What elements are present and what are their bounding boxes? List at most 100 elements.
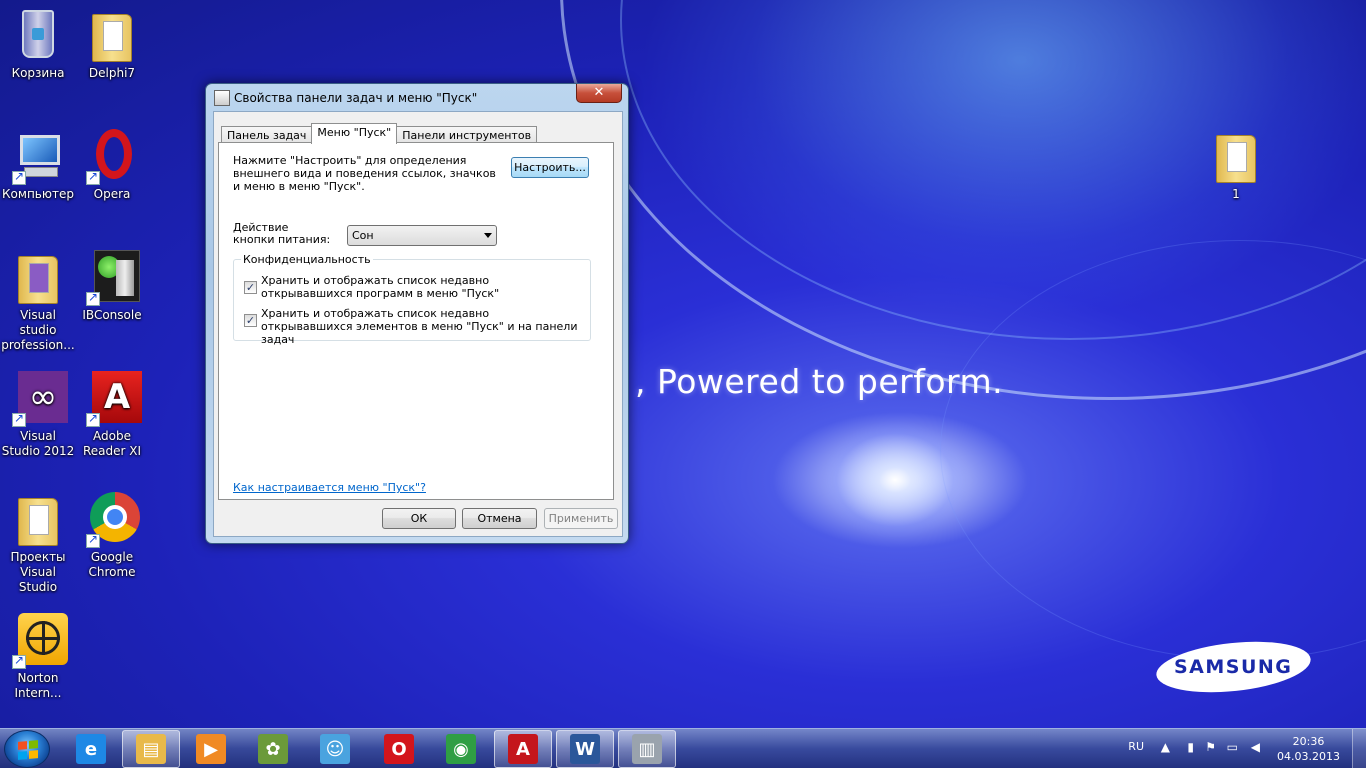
desktop-icon-label: Visual studio profession... [1, 308, 75, 352]
taskbar-button[interactable]: ▥ [618, 730, 676, 768]
folder-icon [10, 490, 66, 548]
taskbar-button[interactable]: ▶ [182, 730, 240, 768]
start-menu-panel: Нажмите "Настроить" для определения внеш… [218, 142, 614, 500]
desktop-icon-label: Корзина [11, 66, 65, 80]
explorer-icon: ▤ [136, 734, 166, 764]
customize-button[interactable]: Настроить... [511, 157, 589, 178]
ibconsole-icon [84, 248, 140, 306]
desktop-icon-label: Google Chrome [88, 550, 136, 579]
cancel-button[interactable]: Отмена [462, 508, 537, 529]
dialog-title: Свойства панели задач и меню "Пуск" [234, 90, 478, 105]
visual-studio-icon: ∞ [10, 369, 68, 427]
windows-logo-icon [18, 740, 38, 760]
folder-icon [1208, 127, 1264, 185]
system-tray: RU ▲ ▮ ⚑ ▭ ◀ 20:36 04.03.2013 [1106, 729, 1366, 768]
taskbar-button[interactable]: A [494, 730, 552, 768]
taskbar-properties-icon: ▥ [632, 734, 662, 764]
show-hidden-icons-icon[interactable]: ▲ [1161, 740, 1170, 754]
power-action-value: Сон [352, 229, 374, 242]
recent-items-option[interactable]: ✓ Хранить и отображать список недавно от… [244, 307, 584, 346]
wallpaper-slogan: , Powered to perform. [635, 362, 1004, 401]
word-icon: W [570, 734, 600, 764]
desktop-icon-opera[interactable]: Opera [74, 127, 150, 202]
media-player-icon: ▶ [196, 734, 226, 764]
desktop-icon-visual-studio-2012[interactable]: ∞ Visual Studio 2012 [0, 369, 76, 459]
desktop-icon-visual-studio-folder[interactable]: Visual studio profession... [0, 248, 76, 353]
desktop-icon-label: 1 [1232, 187, 1240, 201]
wallpaper-light [820, 420, 970, 540]
computer-icon [10, 127, 66, 185]
dialog-client-area: Панель задач Меню "Пуск" Панели инструме… [213, 111, 623, 537]
taskbar-button[interactable]: ◉ [432, 730, 490, 768]
taskbar-button[interactable]: ▤ [122, 730, 180, 768]
internet-explorer-icon: e [76, 734, 106, 764]
privacy-group: Конфиденциальность ✓ Хранить и отображат… [233, 253, 591, 346]
desktop-icon-ibconsole[interactable]: IBConsole [74, 248, 150, 323]
chrome-icon [84, 490, 140, 548]
show-desktop-button[interactable] [1352, 729, 1366, 768]
desktop-icon-recycle-bin[interactable]: Корзина [0, 6, 76, 81]
power-action-select[interactable]: Сон [347, 225, 497, 246]
app-icon: ✿ [258, 734, 288, 764]
chrome-icon: ◉ [446, 734, 476, 764]
recent-items-label: Хранить и отображать список недавно откр… [261, 307, 578, 346]
taskbar-button[interactable]: e [62, 730, 120, 768]
desktop-icon-chrome[interactable]: Google Chrome [74, 490, 150, 580]
recent-items-checkbox[interactable]: ✓ [244, 314, 257, 327]
folder-icon [10, 248, 66, 306]
taskbar: e ▤ ▶ ✿ ☺ O ◉ A W ▥ RU ▲ ▮ ⚑ ▭ ◀ 20:36 04.03.2013 [0, 728, 1366, 768]
power-button-label: Действие кнопки питания: [233, 221, 331, 246]
desktop-icon-delphi7[interactable]: Delphi7 [74, 6, 150, 81]
start-menu-help-link[interactable]: Как настраивается меню "Пуск"? [233, 481, 426, 494]
clock[interactable]: 20:36 04.03.2013 [1277, 734, 1340, 764]
norton-icon [10, 611, 68, 669]
power-icon[interactable]: ▭ [1227, 740, 1238, 754]
taskbar-button[interactable]: ☺ [306, 730, 364, 768]
taskbar-button[interactable]: W [556, 730, 614, 768]
network-icon[interactable]: ▮ [1187, 740, 1194, 754]
desktop-icon-norton[interactable]: Norton Intern... [0, 611, 76, 701]
action-center-icon[interactable]: ⚑ [1205, 740, 1216, 754]
desktop-icon-label: Opera [93, 187, 131, 201]
recycle-bin-icon [10, 6, 66, 64]
close-button[interactable]: ✕ [576, 84, 622, 103]
start-button[interactable] [4, 730, 50, 768]
messenger-icon: ☺ [320, 734, 350, 764]
language-indicator[interactable]: RU [1128, 740, 1144, 753]
taskbar-button[interactable]: ✿ [244, 730, 302, 768]
tab-start-menu[interactable]: Меню "Пуск" [311, 123, 398, 144]
desktop-icon-label: IBConsole [82, 308, 142, 322]
adobe-reader-icon: A [84, 369, 142, 427]
desktop-icon-folder-1[interactable]: 1 [1198, 127, 1274, 202]
opera-icon [84, 127, 140, 185]
apply-button[interactable]: Применить [544, 508, 618, 529]
recent-programs-label: Хранить и отображать список недавно откр… [261, 274, 500, 300]
dialog-tabs: Панель задач Меню "Пуск" Панели инструме… [221, 123, 538, 144]
desktop-icon-label: Adobe Reader XI [82, 429, 142, 458]
desktop-icon-label: Visual Studio 2012 [1, 429, 75, 458]
desktop-icon-computer[interactable]: Компьютер [0, 127, 76, 202]
recent-programs-checkbox[interactable]: ✓ [244, 281, 257, 294]
desktop-icon-label: Delphi7 [88, 66, 136, 80]
customize-description: Нажмите "Настроить" для определения внеш… [233, 154, 496, 193]
desktop-icon-label: Компьютер [2, 187, 74, 201]
desktop-icon-adobe-reader[interactable]: A Adobe Reader XI [74, 369, 150, 459]
privacy-group-title: Конфиденциальность [241, 253, 373, 266]
taskbar-properties-dialog: Свойства панели задач и меню "Пуск" ✕ Па… [205, 83, 629, 544]
taskbar-button[interactable]: O [370, 730, 428, 768]
dialog-titlebar[interactable]: Свойства панели задач и меню "Пуск" [206, 84, 628, 111]
clock-time: 20:36 [1292, 735, 1325, 748]
clock-date: 04.03.2013 [1277, 750, 1340, 763]
samsung-logo-text: SAMSUNG [1174, 656, 1293, 678]
folder-icon [84, 6, 140, 64]
recent-programs-option[interactable]: ✓ Хранить и отображать список недавно от… [244, 274, 584, 300]
ok-button[interactable]: ОК [382, 508, 456, 529]
adobe-reader-icon: A [508, 734, 538, 764]
desktop-icon-label: Проекты Visual Studio [10, 550, 66, 594]
opera-icon: O [384, 734, 414, 764]
chevron-down-icon [484, 233, 492, 238]
desktop-icon-projects-folder[interactable]: Проекты Visual Studio [0, 490, 76, 595]
volume-icon[interactable]: ◀ [1251, 740, 1260, 754]
taskbar-properties-icon [214, 89, 230, 106]
desktop-icon-label: Norton Intern... [14, 671, 62, 700]
